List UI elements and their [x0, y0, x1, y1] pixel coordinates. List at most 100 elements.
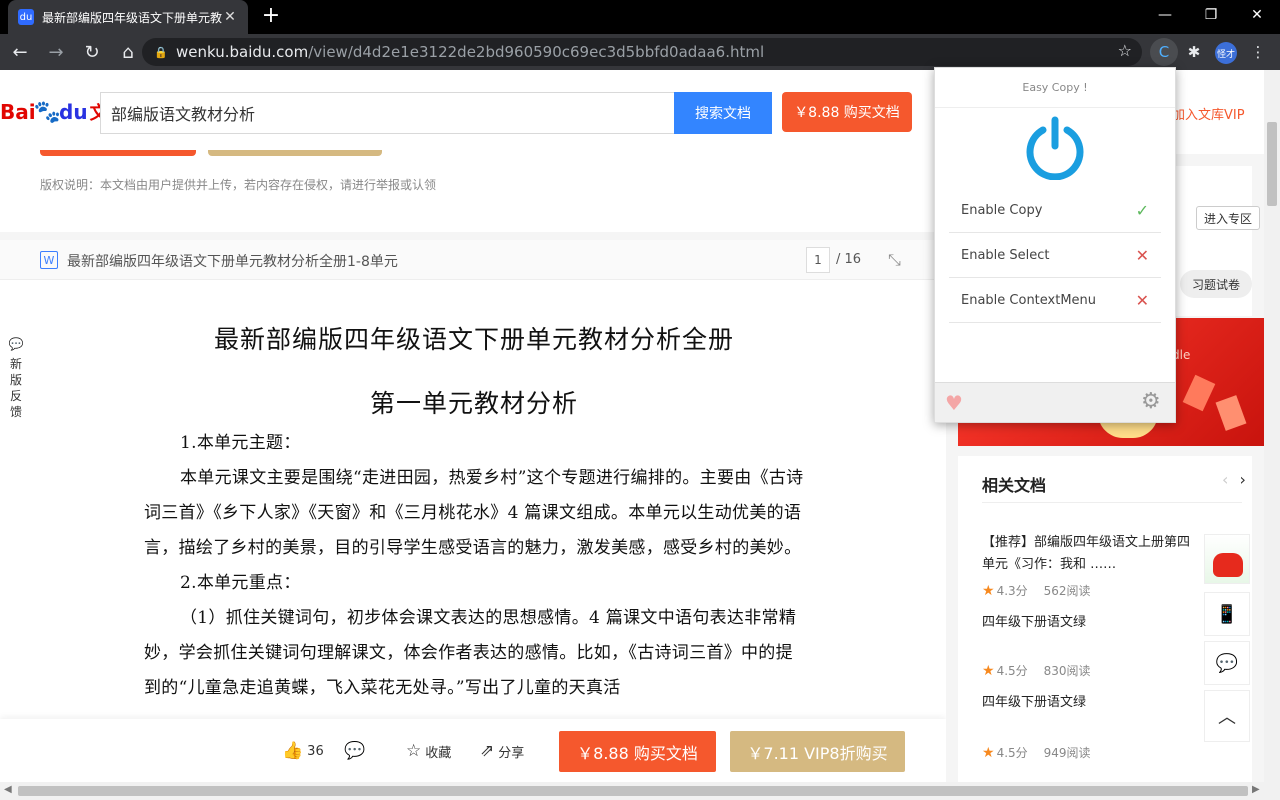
- enter-zone-button[interactable]: 进入专区: [1196, 206, 1260, 230]
- collect-label: 收藏: [425, 745, 452, 761]
- related-title: 相关文档: [982, 476, 1047, 495]
- collect-button[interactable]: ☆ 收藏: [406, 741, 451, 761]
- chevron-up-icon: ︿: [1218, 707, 1236, 728]
- rating-star-icon: ★: [982, 582, 995, 599]
- prev-arrow-icon[interactable]: ‹: [1222, 470, 1228, 489]
- vertical-scroll-thumb[interactable]: [1267, 122, 1277, 206]
- extensions-puzzle-icon[interactable]: ✱: [1180, 38, 1208, 66]
- related-item-title[interactable]: 四年级下册语文绿: [982, 692, 1192, 714]
- related-nav: ‹ ›: [1222, 470, 1246, 489]
- search-button[interactable]: 搜索文档: [674, 92, 772, 134]
- buy-document-button[interactable]: ￥8.88 购买文档: [559, 731, 716, 772]
- profile-avatar[interactable]: 怪才: [1215, 42, 1237, 64]
- cross-icon[interactable]: ✕: [1136, 246, 1149, 265]
- page-number-input[interactable]: 1: [806, 247, 830, 273]
- comment-icon: 💬: [344, 741, 366, 761]
- fullscreen-expand-icon[interactable]: ⤡: [888, 250, 901, 270]
- red-packet-thumbnail[interactable]: [1204, 534, 1250, 584]
- red-envelope-decoration: [1215, 395, 1247, 431]
- share-icon: ⇗: [480, 741, 495, 761]
- phone-icon: 📱: [1215, 603, 1239, 625]
- doc-paragraph: 2.本单元重点：: [180, 573, 301, 593]
- vip-button-partial[interactable]: [208, 150, 382, 156]
- enable-select-row[interactable]: Enable Select ✕: [949, 233, 1161, 278]
- related-score: 4.5分: [996, 664, 1028, 678]
- doc-paragraph: （1）抓住关键词句，初步体会课文表达的思想感情。4 篇课文中语句表达非常精妙，学…: [144, 608, 797, 698]
- reload-icon[interactable]: ↻: [76, 36, 108, 68]
- new-tab-button[interactable]: +: [258, 4, 284, 30]
- tab-bar: du 最新部编版四年级语文下册单元教材分析全册1-8单元 ✕ + — ❐ ✕: [0, 0, 1280, 34]
- easy-copy-extension-icon[interactable]: C: [1150, 38, 1178, 66]
- doc-heading-main: 最新部编版四年级语文下册单元教材分析全册: [213, 325, 734, 354]
- popup-title: Easy Copy !: [935, 68, 1175, 108]
- feedback-button[interactable]: 💬 新版反馈: [8, 336, 24, 420]
- document-info-card: 版权说明：本文档由用户提供并上传，若内容存在侵权，请进行举报或认领: [0, 150, 946, 232]
- vip-discount-button[interactable]: ￥7.11 VIP8折购买: [730, 731, 905, 772]
- easy-copy-popup: Easy Copy ! Enable Copy ✓ Enable Select …: [934, 67, 1176, 423]
- red-envelope-decoration: [1182, 374, 1216, 412]
- document-header: W 最新部编版四年级语文下册单元教材分析全册1-8单元 1 / 16 ⤡: [0, 240, 946, 280]
- message-icon: 💬: [1215, 652, 1239, 674]
- document-title: 最新部编版四年级语文下册单元教材分析全册1-8单元: [67, 254, 398, 270]
- enable-select-label: Enable Select: [961, 247, 1050, 263]
- share-button[interactable]: ⇗ 分享: [480, 741, 524, 761]
- enable-contextmenu-label: Enable ContextMenu: [961, 292, 1097, 308]
- buy-document-button-top[interactable]: ￥8.88 购买文档: [782, 92, 912, 132]
- next-arrow-icon[interactable]: ›: [1240, 470, 1246, 489]
- power-toggle-icon[interactable]: [1023, 116, 1087, 180]
- test-paper-tag[interactable]: 习题试卷: [1180, 270, 1252, 298]
- star-icon: ☆: [406, 741, 422, 761]
- enable-contextmenu-row[interactable]: Enable ContextMenu ✕: [949, 278, 1161, 323]
- rating-star-icon: ★: [982, 662, 995, 679]
- doc-heading-unit: 第一单元教材分析: [369, 389, 578, 418]
- feedback-label: 新版反馈: [9, 357, 22, 419]
- cross-icon[interactable]: ✕: [1136, 291, 1149, 310]
- horizontal-scroll-thumb[interactable]: [18, 786, 1248, 796]
- paw-icon: 🐾: [33, 99, 62, 125]
- doc-paragraph: 1.本单元主题：: [180, 433, 301, 453]
- back-to-top-button[interactable]: ︿: [1204, 690, 1250, 742]
- related-item-title[interactable]: 【推荐】部编版四年级语文上册第四单元《习作：我和 ……: [982, 532, 1192, 576]
- back-icon[interactable]: ←: [4, 36, 36, 68]
- comment-button[interactable]: 💬: [344, 741, 369, 761]
- related-item-meta: ★ 4.5分 830阅读: [982, 662, 1091, 679]
- tab-active[interactable]: du 最新部编版四年级语文下册单元教材分析全册1-8单元 ✕: [8, 0, 248, 34]
- feedback-icon: 💬: [8, 337, 24, 351]
- chrome-menu-icon[interactable]: ⋮: [1244, 38, 1272, 66]
- search-input[interactable]: 部编版语文教材分析: [100, 92, 674, 134]
- mobile-phone-button[interactable]: 📱: [1204, 592, 1250, 636]
- baidu-favicon-icon: du: [18, 9, 34, 25]
- scroll-right-arrow-icon[interactable]: ▶: [1252, 784, 1260, 795]
- doc-paragraph: 本单元课文主要是围绕“走进田园，热爱乡村”这个专题进行编排的。主要由《古诗词三首…: [144, 468, 804, 558]
- page-total: / 16: [836, 252, 862, 267]
- heart-icon[interactable]: ♥: [945, 391, 963, 415]
- gear-icon[interactable]: ⚙: [1141, 389, 1161, 414]
- home-icon[interactable]: ⌂: [112, 36, 144, 68]
- enable-copy-label: Enable Copy: [961, 202, 1043, 218]
- minimize-icon[interactable]: —: [1142, 0, 1188, 30]
- vertical-scrollbar[interactable]: [1264, 70, 1280, 782]
- download-button-partial[interactable]: [40, 150, 196, 156]
- tab-close-icon[interactable]: ✕: [222, 9, 238, 25]
- like-button[interactable]: 👍 36: [282, 741, 324, 761]
- related-item-title[interactable]: 四年级下册语文绿: [982, 612, 1192, 634]
- logo-bai: Bai: [0, 100, 36, 124]
- copyright-notice: 版权说明：本文档由用户提供并上传，若内容存在侵权，请进行举报或认领: [40, 178, 437, 192]
- window-close-icon[interactable]: ✕: [1234, 0, 1280, 30]
- check-icon[interactable]: ✓: [1136, 201, 1149, 220]
- bottom-action-bar: 👍 36 💬 ☆ 收藏 ⇗ 分享 ￥8.88 购买文档 ￥7.11 VIP8折购…: [0, 719, 946, 782]
- related-item-meta: ★ 4.5分 949阅读: [982, 744, 1091, 761]
- maximize-icon[interactable]: ❐: [1188, 0, 1234, 30]
- related-reads: 949阅读: [1043, 746, 1091, 760]
- word-doc-icon: W: [40, 251, 58, 269]
- like-count: 36: [307, 743, 324, 759]
- join-vip-link[interactable]: 加入文库VIP: [1172, 104, 1245, 123]
- enable-copy-row[interactable]: Enable Copy ✓: [949, 188, 1161, 233]
- scroll-left-arrow-icon[interactable]: ◀: [4, 784, 12, 795]
- lock-icon[interactable]: 🔒: [154, 46, 168, 59]
- bookmark-star-icon[interactable]: ☆: [1118, 41, 1132, 60]
- forward-icon[interactable]: →: [40, 36, 72, 68]
- horizontal-scrollbar[interactable]: ◀ ▶: [0, 782, 1280, 800]
- message-button[interactable]: 💬: [1204, 641, 1250, 685]
- address-bar[interactable]: 🔒 wenku.baidu.com /view/d4d2e1e3122de2bd…: [142, 38, 1142, 66]
